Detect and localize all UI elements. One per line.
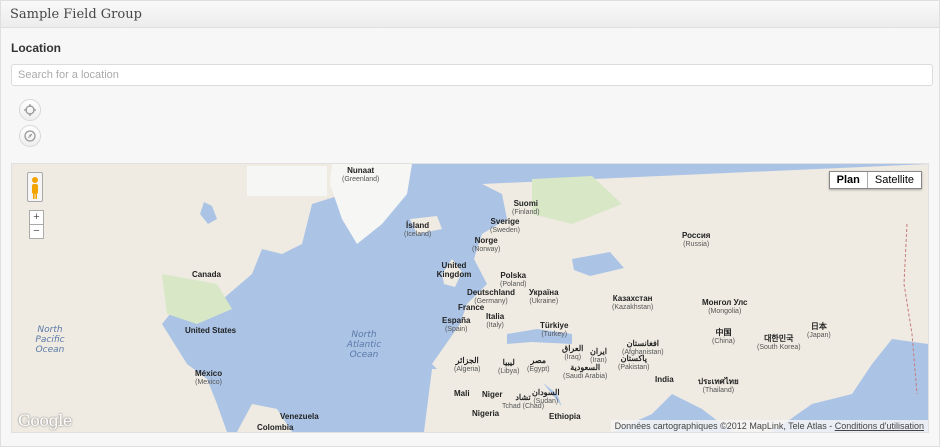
- map-label-poland: Polska (Poland): [500, 271, 527, 288]
- pegman-icon: [32, 177, 38, 199]
- map-label-mexico: México (Mexico): [195, 369, 223, 386]
- map-label-india: India: [655, 375, 674, 384]
- map-attribution-text: Données cartographiques ©2012 MapLink, T…: [614, 421, 833, 431]
- map-label-ukraine: Україна (Ukraine): [529, 288, 559, 305]
- map-label-libya: ليبيا (Libya): [498, 358, 520, 375]
- map-label-turkey: Türkiye (Turkey): [540, 321, 569, 338]
- map-label-kazakhstan: Казахстан (Kazakhstan): [612, 294, 654, 311]
- map-label-mongolia: Монгол Улс (Mongolia): [702, 298, 748, 315]
- compass-button[interactable]: [19, 125, 41, 147]
- map-label-russia: Россия (Russia): [682, 231, 711, 248]
- map-type-plan-button[interactable]: Plan: [830, 172, 868, 188]
- map-label-canada: Canada: [192, 270, 221, 279]
- map-label-japan: 日本 (Japan): [807, 322, 831, 339]
- map-label-egypt: مصر (Egypt): [527, 356, 550, 373]
- map-label-north-pacific: North Pacific Ocean: [35, 325, 65, 355]
- map-label-finland: Suomi (Finland): [512, 199, 540, 216]
- field-group-box: Sample Field Group Location Search for a…: [0, 0, 940, 447]
- map-label-italy: Italia (Italy): [486, 312, 505, 329]
- location-label: Location: [11, 41, 61, 55]
- map-label-sweden: Sverige (Sweden): [490, 217, 520, 234]
- map-label-uk: United Kingdom: [436, 261, 472, 279]
- map-label-greenland: Nunaat (Greenland): [342, 166, 380, 183]
- zoom-in-button[interactable]: +: [29, 210, 44, 225]
- map-label-spain: España (Spain): [442, 316, 471, 333]
- map-label-north-atlantic: North Atlantic Ocean: [346, 330, 382, 360]
- map-label-mali: Mali: [454, 389, 470, 398]
- map-label-colombia: Colombia: [257, 423, 294, 432]
- map-label-sudan: السودان (Sudan): [532, 388, 560, 405]
- terms-of-use-link[interactable]: Conditions d'utilisation: [835, 421, 924, 431]
- map-label-china: 中国 (China): [712, 328, 735, 345]
- street-view-pegman[interactable]: [27, 172, 43, 202]
- map-label-niger: Niger: [482, 390, 503, 399]
- map-label-saudi-arabia: السعودية (Saudi Arabia): [563, 363, 608, 380]
- map-label-nigeria: Nigeria: [472, 409, 500, 418]
- map-type-control: Plan Satellite: [828, 171, 922, 189]
- map-label-ethiopia: Ethiopia: [549, 412, 581, 421]
- zoom-out-button[interactable]: −: [29, 224, 44, 239]
- map-type-satellite-button[interactable]: Satellite: [868, 172, 921, 188]
- map-label-thailand: ประเทศไทย (Thailand): [698, 377, 739, 394]
- map-label-usa: United States: [185, 326, 237, 335]
- map-label-south-korea: 대한민국 (South Korea): [757, 334, 801, 351]
- location-search-input[interactable]: [11, 64, 933, 86]
- map-label-venezuela: Venezuela: [280, 412, 319, 421]
- map-label-france: France: [458, 303, 485, 312]
- compass-icon: [24, 130, 36, 142]
- map-attribution: Données cartographiques ©2012 MapLink, T…: [610, 420, 928, 432]
- map-label-pakistan: پاکستان (Pakistan): [618, 354, 650, 371]
- box-title: Sample Field Group: [10, 7, 142, 22]
- google-logo[interactable]: Google: [18, 411, 72, 430]
- locate-button[interactable]: [19, 99, 41, 121]
- map-label-iceland: Ísland (Iceland): [404, 221, 432, 238]
- map-label-iraq: العراق (Iraq): [562, 344, 584, 361]
- google-map[interactable]: + − Plan Satellite Nunaat (Greenland) Suo…: [11, 163, 929, 433]
- map-label-algeria: الجزائر (Algeria): [454, 356, 481, 373]
- map-label-norway: Norge (Norway): [472, 236, 501, 253]
- crosshair-icon: [24, 104, 36, 116]
- box-header: Sample Field Group: [1, 1, 939, 28]
